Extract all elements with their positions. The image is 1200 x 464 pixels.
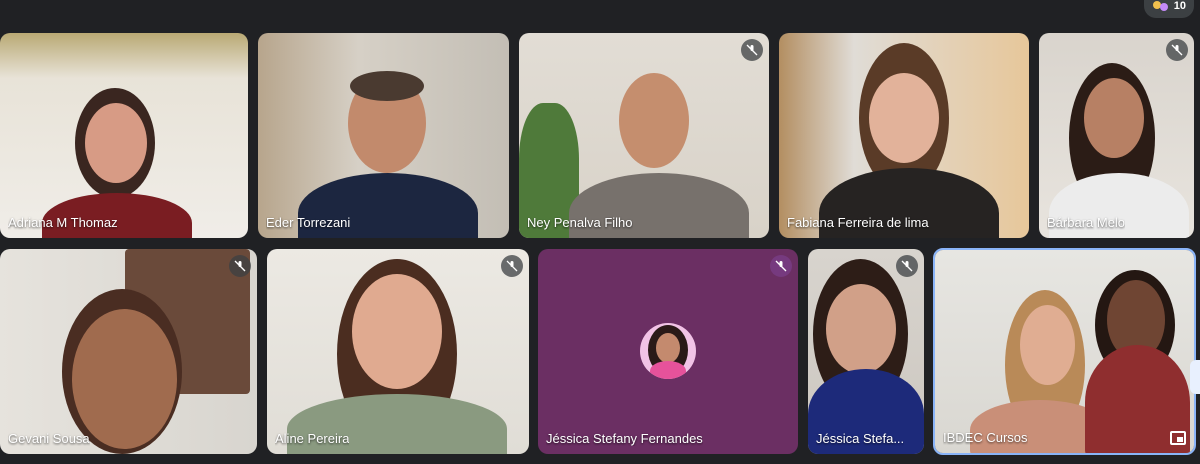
mic-off-icon <box>770 255 792 277</box>
pin-tile-icon[interactable] <box>1170 431 1186 445</box>
participant-tile-jessica-stefa[interactable]: Jéssica Stefa... <box>808 249 924 454</box>
participant-tile-gevani[interactable]: Gevani Sousa <box>0 249 257 454</box>
participant-name: IBDEC Cursos <box>943 430 1028 445</box>
participant-name: Adriana M Thomaz <box>8 215 118 230</box>
mic-off-icon <box>501 255 523 277</box>
participant-tile-barbara[interactable]: Bárbara Melo <box>1039 33 1194 238</box>
participant-name: Jéssica Stefa... <box>816 431 905 446</box>
participant-name: Jéssica Stefany Fernandes <box>546 431 703 446</box>
participant-name: Gevani Sousa <box>8 431 90 446</box>
mic-off-icon <box>229 255 251 277</box>
participant-tile-adriana[interactable]: Adriana M Thomaz <box>0 33 248 238</box>
participant-name: Eder Torrezani <box>266 215 351 230</box>
participants-avatars-icon <box>1153 1 1168 11</box>
participants-count-label: 10 <box>1173 0 1186 12</box>
mic-off-icon <box>896 255 918 277</box>
mic-off-icon <box>741 39 763 61</box>
participant-name: Ney Penalva Filho <box>527 215 633 230</box>
participant-avatar <box>640 323 696 379</box>
participant-name: Fabiana Ferreira de lima <box>787 215 929 230</box>
participant-name: Bárbara Melo <box>1047 215 1126 230</box>
participant-tile-ney[interactable]: Ney Penalva Filho <box>519 33 769 238</box>
side-panel-handle[interactable] <box>1190 360 1200 394</box>
participant-tile-jessica-stefany[interactable]: Jéssica Stefany Fernandes <box>538 249 798 454</box>
participant-tile-aline[interactable]: Aline Pereira <box>267 249 529 454</box>
participant-name: Aline Pereira <box>275 431 350 446</box>
participants-count-button[interactable]: 10 <box>1144 0 1194 18</box>
participant-tile-eder[interactable]: Eder Torrezani <box>258 33 509 238</box>
participant-tile-fabiana[interactable]: Fabiana Ferreira de lima <box>779 33 1029 238</box>
mic-off-icon <box>1166 39 1188 61</box>
participant-tile-ibdec[interactable]: IBDEC Cursos <box>933 248 1196 455</box>
